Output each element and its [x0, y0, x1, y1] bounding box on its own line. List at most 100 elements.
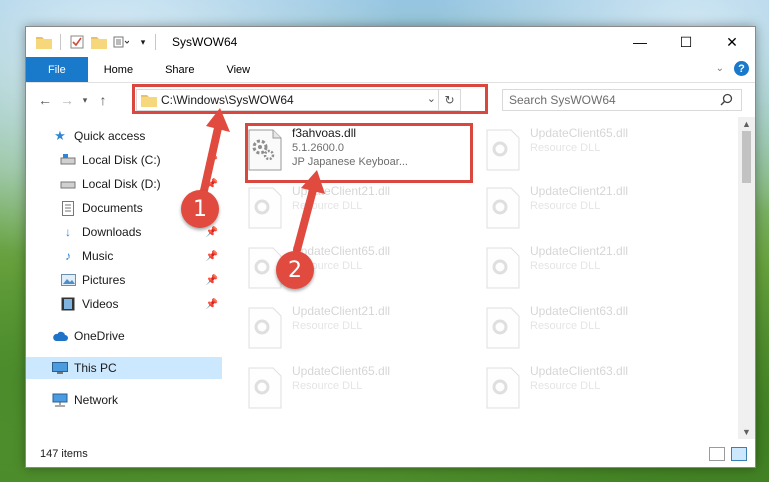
- dll-file-icon: [486, 247, 522, 291]
- folder-icon: [141, 93, 157, 110]
- title-bar: ▾ SysWOW64 — ☐ ✕: [26, 27, 755, 57]
- dll-file-icon: [486, 187, 522, 231]
- pin-icon: 📌: [205, 226, 218, 238]
- expand-ribbon-icon[interactable]: ⌄: [716, 63, 724, 74]
- view-toggles: [709, 447, 747, 461]
- sidebar-item-network[interactable]: Network: [26, 389, 222, 411]
- file-type: Resource DLL: [530, 142, 601, 154]
- sidebar-item-label: This PC: [74, 361, 117, 375]
- file-item[interactable]: UpdateClient63.dll Resource DLL: [480, 361, 700, 421]
- file-item[interactable]: UpdateClient63.dll Resource DLL: [480, 301, 700, 361]
- dll-file-icon: [486, 367, 522, 411]
- toolbar-divider: [60, 34, 61, 50]
- file-version: 5.1.2600.0: [292, 142, 344, 154]
- tab-home[interactable]: Home: [88, 57, 149, 82]
- scroll-down-icon[interactable]: ▼: [738, 427, 755, 437]
- customize-toolbar-icon[interactable]: [113, 34, 129, 50]
- up-arrow-icon[interactable]: ↑: [92, 92, 114, 108]
- file-type: Resource DLL: [292, 320, 363, 332]
- minimize-button[interactable]: —: [617, 27, 663, 57]
- tab-share[interactable]: Share: [149, 57, 210, 82]
- file-item[interactable]: UpdateClient21.dll Resource DLL: [242, 181, 462, 241]
- sidebar-item-label: Quick access: [74, 129, 146, 143]
- properties-icon[interactable]: [69, 34, 85, 50]
- file-description: JP Japanese Keyboar...: [292, 156, 408, 168]
- scrollbar-thumb[interactable]: [742, 131, 751, 183]
- sidebar-item-label: OneDrive: [74, 329, 125, 343]
- file-item[interactable]: UpdateClient21.dll Resource DLL: [480, 181, 700, 241]
- recent-locations-icon[interactable]: ▾: [78, 95, 92, 106]
- sidebar-item-label: Pictures: [82, 273, 126, 287]
- close-button[interactable]: ✕: [709, 27, 755, 57]
- status-bar: 147 items: [26, 441, 755, 467]
- cloud-icon: [52, 328, 68, 344]
- pin-icon: 📌: [205, 178, 218, 190]
- file-name: UpdateClient65.dll: [530, 126, 629, 140]
- folder-icon: [36, 34, 52, 50]
- dll-file-icon: [248, 129, 284, 173]
- file-item[interactable]: UpdateClient65.dll Resource DLL: [242, 361, 462, 421]
- file-name: UpdateClient21.dll: [530, 244, 629, 258]
- file-name: UpdateClient21.dll: [292, 304, 391, 318]
- ribbon-tabs: File Home Share View ⌄ ?: [26, 57, 755, 83]
- new-folder-icon[interactable]: [91, 34, 107, 50]
- file-type: Resource DLL: [530, 380, 601, 392]
- file-type: Resource DLL: [530, 320, 601, 332]
- pictures-icon: [60, 272, 76, 288]
- help-icon[interactable]: ?: [734, 61, 749, 76]
- sidebar-item-pictures[interactable]: Pictures 📌: [26, 269, 222, 291]
- forward-arrow-icon[interactable]: →: [56, 92, 78, 108]
- sidebar-item-quick-access[interactable]: ★ Quick access: [26, 125, 222, 147]
- dll-file-icon: [486, 129, 522, 173]
- drive-icon: [60, 176, 76, 192]
- maximize-button[interactable]: ☐: [663, 27, 709, 57]
- file-item[interactable]: UpdateClient65.dll Resource DLL: [242, 241, 462, 301]
- pc-icon: [52, 360, 68, 376]
- search-input[interactable]: Search SysWOW64: [502, 89, 742, 111]
- ribbon-right-controls: ⌄ ?: [716, 61, 749, 76]
- music-icon: ♪: [65, 249, 71, 263]
- file-item[interactable]: UpdateClient65.dll Resource DLL: [480, 123, 700, 183]
- tab-view[interactable]: View: [210, 57, 266, 82]
- sidebar-item-local-disk-c[interactable]: Local Disk (C:) 📌: [26, 149, 222, 171]
- chevron-down-icon[interactable]: ⌄: [427, 92, 436, 105]
- file-type: Resource DLL: [530, 200, 601, 212]
- address-path[interactable]: C:\Windows\SysWOW64: [161, 93, 294, 107]
- file-name: UpdateClient63.dll: [530, 304, 629, 318]
- sidebar-item-onedrive[interactable]: OneDrive: [26, 325, 222, 347]
- large-icons-view-icon[interactable]: [731, 447, 747, 461]
- step-1-badge: 1: [181, 190, 219, 228]
- quick-access-toolbar: ▾: [26, 34, 151, 50]
- vertical-scrollbar[interactable]: ▲ ▼: [738, 117, 755, 439]
- chevron-down-icon[interactable]: ▾: [135, 34, 151, 50]
- content-area: ★ Quick access Local Disk (C:) 📌 Local D…: [26, 117, 755, 439]
- star-icon: ★: [54, 128, 66, 143]
- explorer-window: ▾ SysWOW64 — ☐ ✕ File Home Share View ⌄ …: [25, 26, 756, 468]
- sidebar-item-music[interactable]: ♪ Music 📌: [26, 245, 222, 267]
- file-type: Resource DLL: [530, 260, 601, 272]
- navigation-bar: ← → ▾ ↑ C:\Windows\SysWOW64 ⌄ ↻ Search S…: [26, 83, 755, 117]
- videos-icon: [60, 296, 76, 312]
- address-bar[interactable]: C:\Windows\SysWOW64 ⌄ ↻: [136, 89, 461, 111]
- sidebar-item-videos[interactable]: Videos 📌: [26, 293, 222, 315]
- step-2-badge: 2: [276, 251, 314, 289]
- file-type: Resource DLL: [292, 200, 363, 212]
- dll-file-icon: [486, 307, 522, 351]
- file-item[interactable]: UpdateClient21.dll Resource DLL: [480, 241, 700, 301]
- file-item-f3ahvoas[interactable]: f3ahvoas.dll 5.1.2600.0 JP Japanese Keyb…: [242, 123, 462, 183]
- sidebar-item-label: Music: [82, 249, 114, 263]
- back-arrow-icon[interactable]: ←: [34, 92, 56, 108]
- details-view-icon[interactable]: [709, 447, 725, 461]
- scroll-up-icon[interactable]: ▲: [738, 119, 755, 129]
- title-divider: [155, 34, 156, 50]
- pin-icon: 📌: [205, 298, 218, 310]
- refresh-icon[interactable]: ↻: [438, 90, 460, 110]
- search-icon[interactable]: [720, 93, 733, 109]
- sidebar-item-label: Network: [74, 393, 119, 407]
- tab-file[interactable]: File: [26, 57, 88, 82]
- file-item[interactable]: UpdateClient21.dll Resource DLL: [242, 301, 462, 361]
- document-icon: [60, 200, 76, 216]
- download-icon: ↓: [65, 225, 71, 239]
- sidebar-item-this-pc[interactable]: This PC: [26, 357, 222, 379]
- item-count: 147 items: [40, 448, 88, 460]
